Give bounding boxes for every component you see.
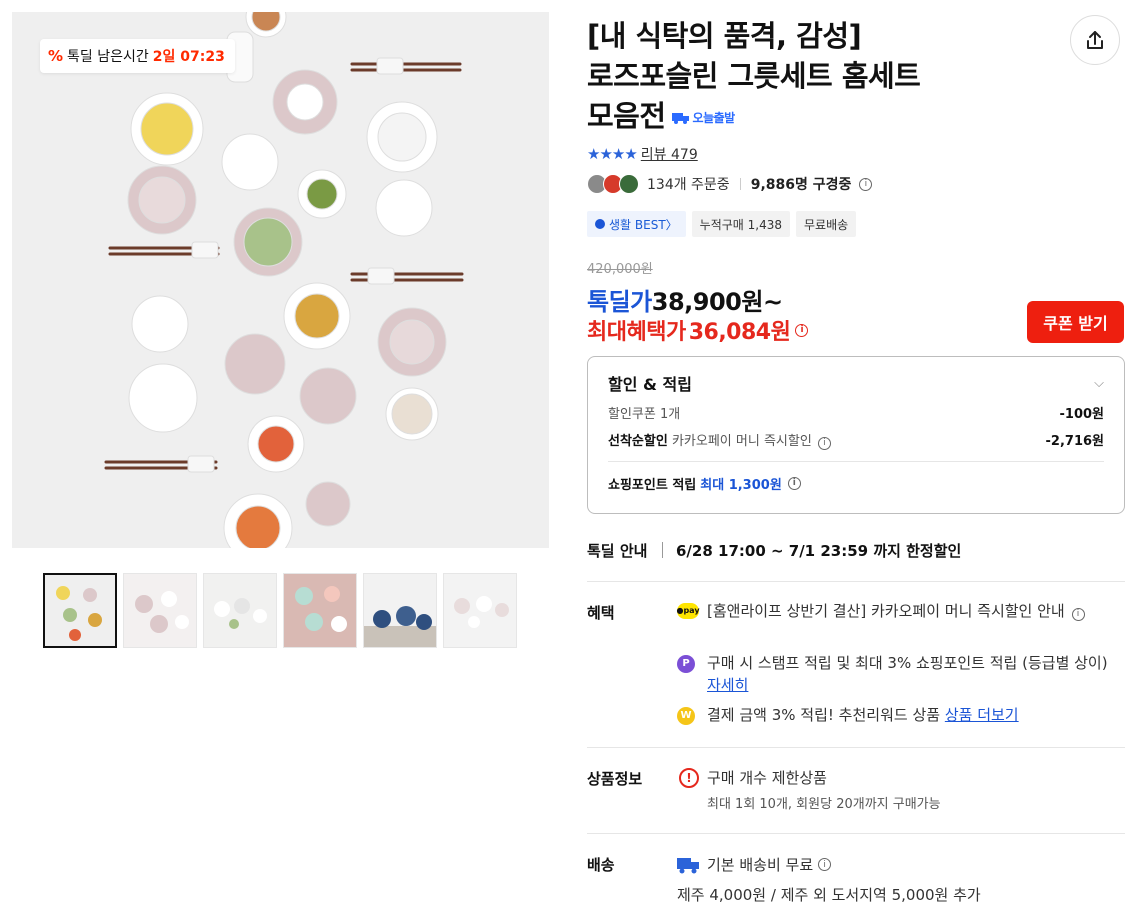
tag-living-best-label: 생활 BEST〉 <box>609 217 678 232</box>
coupon-discount-row: 할인쿠폰 1개 -100원 <box>608 403 1104 422</box>
share-button[interactable] <box>1070 15 1120 65</box>
deal-guide-section: 톡딜 안내 6/28 17:00 ~ 7/1 23:59 까지 한정할인 <box>587 530 1125 582</box>
order-stats: 134개 주문중 9,886명 구경중 i <box>587 174 873 194</box>
timer-label: 톡딜 남은시간 <box>67 49 149 65</box>
divider <box>662 542 663 558</box>
avatar <box>619 174 639 194</box>
timer-remaining: 2일 07:23 <box>152 49 225 65</box>
title-line-2: 로즈포슬린 그릇세트 홈세트 <box>587 59 921 93</box>
buyer-avatars <box>587 174 639 194</box>
divider <box>739 178 741 190</box>
shipping-fee-text: 기본 배송비 무료 <box>707 856 814 874</box>
deal-guide-value: 6/28 17:00 ~ 7/1 23:59 까지 한정할인 <box>676 542 962 560</box>
point-icon: P <box>677 655 695 673</box>
deal-guide-key: 톡딜 안내 <box>587 542 648 560</box>
today-ship-badge: 오늘출발 <box>671 98 736 138</box>
thumbnail-6[interactable] <box>443 573 517 648</box>
first-come-label: 선착순할인 <box>608 434 668 449</box>
kakaopay-icon: ●pay <box>676 603 700 619</box>
title-line-1: [내 식탁의 품격, 감성] <box>587 19 862 53</box>
tag-free-shipping: 무료배송 <box>796 211 857 237</box>
delivery-truck-icon <box>677 858 699 874</box>
rating-row: ★★★★ 리뷰 479 <box>587 144 698 164</box>
percent-icon: % <box>48 47 64 65</box>
info-icon[interactable]: i <box>859 177 873 191</box>
product-title: [내 식탁의 품격, 감성] 로즈포슬린 그릇세트 홈세트 모음전 오늘출발 <box>587 16 1057 138</box>
delivery-key: 배송 <box>587 856 615 874</box>
share-icon <box>1087 31 1103 49</box>
info-icon[interactable]: i <box>818 858 832 871</box>
discount-benefit-box: 할인 & 적립 ⌵ 할인쿠폰 1개 -100원 선착순할인 카카오페이 머니 즉… <box>587 356 1125 514</box>
reward-icon: W <box>677 707 695 725</box>
first-come-amount: -2,716원 <box>1045 434 1104 449</box>
coupon-discount-label: 할인쿠폰 1개 <box>608 407 681 422</box>
product-info-section: 상품정보 ! 구매 개수 제한상품 최대 1회 10개, 회원당 20개까지 구… <box>587 748 1125 834</box>
purchase-limit-detail: 최대 1회 10개, 회원당 20개까지 구매가능 <box>707 797 941 812</box>
product-info-key: 상품정보 <box>587 770 643 788</box>
info-icon[interactable]: i <box>817 436 831 450</box>
details-link[interactable]: 자세히 <box>707 676 748 694</box>
title-line-3-text: 모음전 <box>587 99 666 133</box>
tag-living-best[interactable]: 생활 BEST〉 <box>587 211 686 237</box>
delivery-truck-icon <box>671 113 689 124</box>
point-label: 쇼핑포인트 적립 <box>608 477 697 493</box>
benefit-box-header[interactable]: 할인 & 적립 ⌵ <box>608 371 1104 395</box>
warning-icon: ! <box>679 768 699 788</box>
thumbnail-1[interactable] <box>43 573 117 648</box>
delivery-section: 배송 기본 배송비 무료 i 제주 4,000원 / 제주 외 도서지역 5,00… <box>587 834 1125 912</box>
chevron-down-icon[interactable]: ⌵ <box>1094 376 1104 391</box>
benefits-section: 혜택 ●pay [홈앤라이프 상반기 결산] 카카오페이 머니 즉시할인 안내 … <box>587 582 1125 748</box>
benefit-item-kakaopay: ●pay [홈앤라이프 상반기 결산] 카카오페이 머니 즉시할인 안내 i <box>676 600 1123 622</box>
best-badge-icon <box>595 219 605 229</box>
review-link[interactable]: 리뷰 479 <box>641 144 698 164</box>
benefit-item-stamp: P 구매 시 스탬프 적립 및 최대 3% 쇼핑포인트 적립 (등급별 상이) … <box>677 652 1123 696</box>
viewer-count: 9,886명 구경중 <box>750 177 852 193</box>
info-icon[interactable]: i <box>795 323 809 337</box>
island-shipping-fee: 제주 4,000원 / 제주 외 도서지역 5,000원 추가 <box>677 886 981 904</box>
order-count: 134개 주문중 <box>647 177 730 193</box>
point-reward-row: 쇼핑포인트 적립 최대 1,300원 i <box>608 474 1104 493</box>
benefit-box-title: 할인 & 적립 <box>608 375 692 394</box>
coupon-button[interactable]: 쿠폰 받기 <box>1027 301 1124 343</box>
today-ship-label: 오늘출발 <box>692 111 736 125</box>
thumbnail-strip <box>43 573 517 648</box>
benefit-item-reward: W 결제 금액 3% 적립! 추천리워드 상품 상품 더보기 <box>677 704 1123 726</box>
more-products-link[interactable]: 상품 더보기 <box>945 706 1019 724</box>
title-line-3: 모음전 오늘출발 <box>587 96 1057 138</box>
max-benefit-price: 36,084원 <box>688 320 791 345</box>
deal-price-label: 톡딜가 <box>587 288 652 316</box>
tag-list: 생활 BEST〉 누적구매 1,438 무료배송 <box>587 211 857 237</box>
benefit-text: [홈앤라이프 상반기 결산] 카카오페이 머니 즉시할인 안내 <box>707 602 1065 620</box>
max-benefit-label: 최대혜택가 <box>587 320 686 345</box>
thumbnail-4[interactable] <box>283 573 357 648</box>
first-come-discount-row: 선착순할인 카카오페이 머니 즉시할인 i -2,716원 <box>608 430 1104 450</box>
info-icon[interactable]: i <box>787 476 801 490</box>
benefits-key: 혜택 <box>587 604 615 622</box>
benefit-text: 결제 금액 3% 적립! 추천리워드 상품 <box>707 706 941 724</box>
deal-price-row: 톡딜가38,900원~ <box>587 282 783 317</box>
purchase-limit-title: 구매 개수 제한상품 <box>707 769 827 787</box>
benefit-text: 구매 시 스탬프 적립 및 최대 3% 쇼핑포인트 적립 (등급별 상이) <box>707 654 1108 672</box>
point-value: 최대 1,300원 <box>700 477 782 493</box>
tag-cumulative: 누적구매 1,438 <box>691 211 791 237</box>
star-rating: ★★★★ <box>587 145 638 163</box>
shipping-fee: 기본 배송비 무료 i <box>707 854 832 875</box>
divider <box>608 460 1104 462</box>
product-main-image[interactable]: % 톡딜 남은시간 2일 07:23 <box>12 12 549 548</box>
coupon-discount-amount: -100원 <box>1059 407 1105 422</box>
thumbnail-2[interactable] <box>123 573 197 648</box>
info-icon[interactable]: i <box>1071 607 1085 621</box>
deal-price: 38,900원~ <box>651 288 783 316</box>
original-price: 420,000원 <box>587 262 653 277</box>
thumbnail-3[interactable] <box>203 573 277 648</box>
max-benefit-row: 최대혜택가 36,084원 i <box>587 314 809 346</box>
thumbnail-5[interactable] <box>363 573 437 648</box>
first-come-desc: 카카오페이 머니 즉시할인 <box>671 434 812 449</box>
deal-timer: % 톡딜 남은시간 2일 07:23 <box>40 39 235 73</box>
tableware-illustration <box>12 12 549 548</box>
